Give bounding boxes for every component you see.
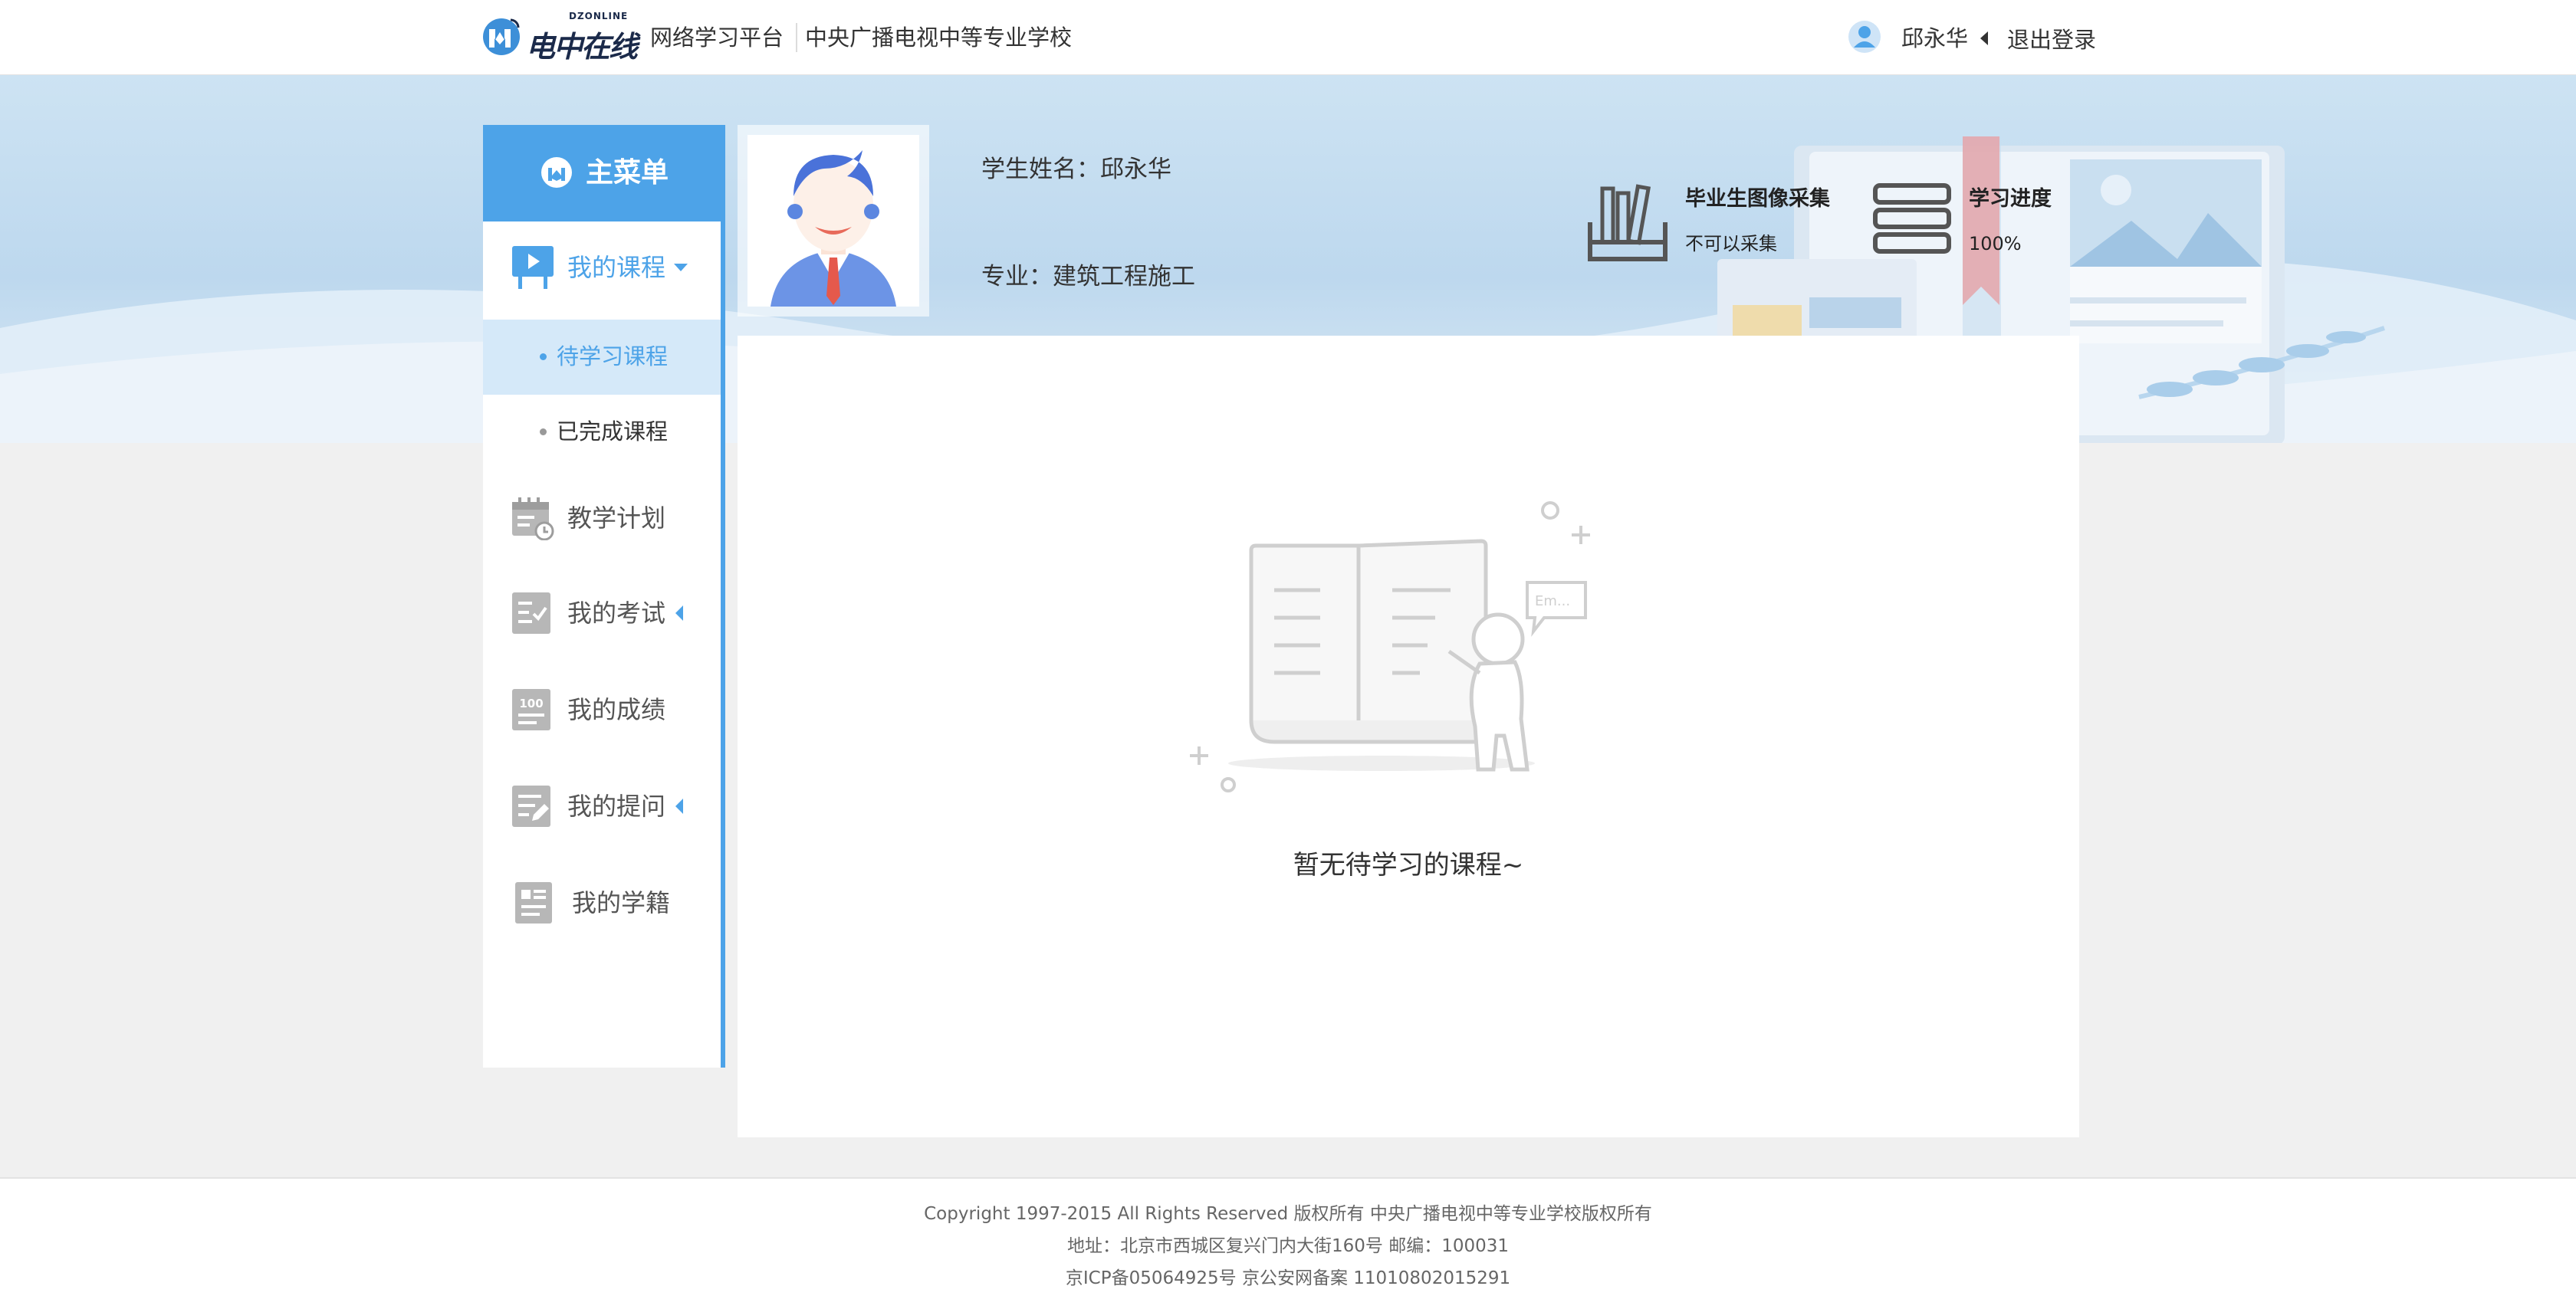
- side-menu: 主菜单 我的课程 待学习课程 已完成课程 教学计划 我的考试 100 我的成绩 …: [483, 125, 725, 1068]
- svg-text:100: 100: [519, 697, 543, 710]
- logo-mark-icon: [483, 18, 520, 55]
- empty-state-illustration: Em...: [1190, 501, 1590, 792]
- footer-address: 地址：北京市西城区复兴门内大街160号 邮编：100031: [1066, 1236, 1509, 1256]
- top-header: DZONLINE 电中在线 网络学习平台 中央广播电视中等专业学校 邱永华 退出…: [0, 0, 2576, 75]
- books-box-icon: [1588, 184, 1668, 261]
- menu-header: 主菜单: [483, 125, 725, 221]
- student-portrait-icon: [770, 150, 896, 307]
- logout-link[interactable]: 退出登录: [2007, 25, 2096, 54]
- submenu-item-pending-courses[interactable]: 待学习课程: [483, 320, 721, 395]
- menu-item-teaching-plan[interactable]: 教学计划: [483, 470, 721, 562]
- menu-item-my-exams[interactable]: 我的考试: [483, 566, 721, 658]
- play-board-icon: [512, 246, 554, 289]
- caret-left-icon: [675, 799, 683, 814]
- logo-latin-text: DZONLINE: [569, 11, 629, 21]
- menu-item-label: 我的考试: [567, 599, 666, 628]
- menu-item-my-questions[interactable]: 我的提问: [483, 759, 721, 851]
- platform-title: 网络学习平台: [650, 23, 798, 52]
- empty-state-message: 暂无待学习的课程~: [1293, 850, 1524, 881]
- student-major: 专业：建筑工程施工: [981, 263, 1195, 290]
- chevron-down-icon: [674, 264, 688, 271]
- logo-cn-text: 电中在线: [526, 30, 638, 64]
- menu-item-label: 我的成绩: [567, 695, 666, 724]
- student-record-icon: [515, 882, 552, 924]
- site-logo[interactable]: DZONLINE 电中在线: [480, 11, 641, 64]
- score-100-icon: 100: [512, 689, 550, 730]
- school-name: 中央广播电视中等专业学校: [805, 25, 1073, 51]
- caret-left-icon[interactable]: [1980, 31, 1989, 46]
- calendar-clock-icon: [512, 497, 554, 540]
- stat-value: 100%: [1969, 233, 2022, 254]
- menu-item-label: 我的学籍: [572, 888, 671, 917]
- header-username[interactable]: 邱永华: [1901, 24, 1968, 53]
- page-footer: Copyright 1997-2015 All Rights Reserved …: [0, 1177, 2576, 1309]
- question-edit-icon: [512, 786, 550, 827]
- user-avatar-icon: [1848, 21, 1881, 53]
- stat-title: 毕业生图像采集: [1685, 187, 1830, 211]
- menu-accent-rail: [721, 125, 725, 1068]
- footer-copyright: Copyright 1997-2015 All Rights Reserved …: [924, 1204, 1652, 1224]
- student-avatar: [738, 125, 929, 317]
- bullet-dot: [540, 353, 547, 360]
- course-list-panel: Em... 暂无待学习的课程~: [738, 336, 2079, 1137]
- menu-item-label: 我的课程: [567, 253, 666, 282]
- caret-left-icon: [675, 605, 683, 621]
- book-stack-bookmark-icon: [1873, 136, 1999, 305]
- menu-item-label: 教学计划: [567, 504, 666, 533]
- submenu-item-completed-courses[interactable]: 已完成课程: [483, 395, 721, 470]
- avatar-image: [748, 135, 919, 307]
- menu-logo-icon: [541, 157, 572, 188]
- bubble-text: Em...: [1535, 593, 1570, 609]
- menu-item-label: 我的提问: [567, 792, 666, 821]
- menu-item-my-courses[interactable]: 我的课程: [483, 221, 721, 313]
- submenu-label: 已完成课程: [557, 418, 669, 445]
- stat-title: 学习进度: [1969, 187, 2052, 211]
- menu-item-my-scores[interactable]: 100 我的成绩: [483, 663, 721, 755]
- stat-value: 不可以采集: [1685, 233, 1777, 254]
- menu-item-my-student-record[interactable]: 我的学籍: [483, 856, 721, 948]
- student-name: 学生姓名：邱永华: [981, 156, 1171, 183]
- menu-title: 主菜单: [586, 157, 669, 189]
- submenu-label: 待学习课程: [557, 343, 669, 369]
- bullet-dot: [540, 428, 547, 435]
- exam-checklist-icon: [512, 592, 550, 634]
- footer-icp: 京ICP备05064925号 京公安网备案 11010802015291: [1065, 1268, 1511, 1288]
